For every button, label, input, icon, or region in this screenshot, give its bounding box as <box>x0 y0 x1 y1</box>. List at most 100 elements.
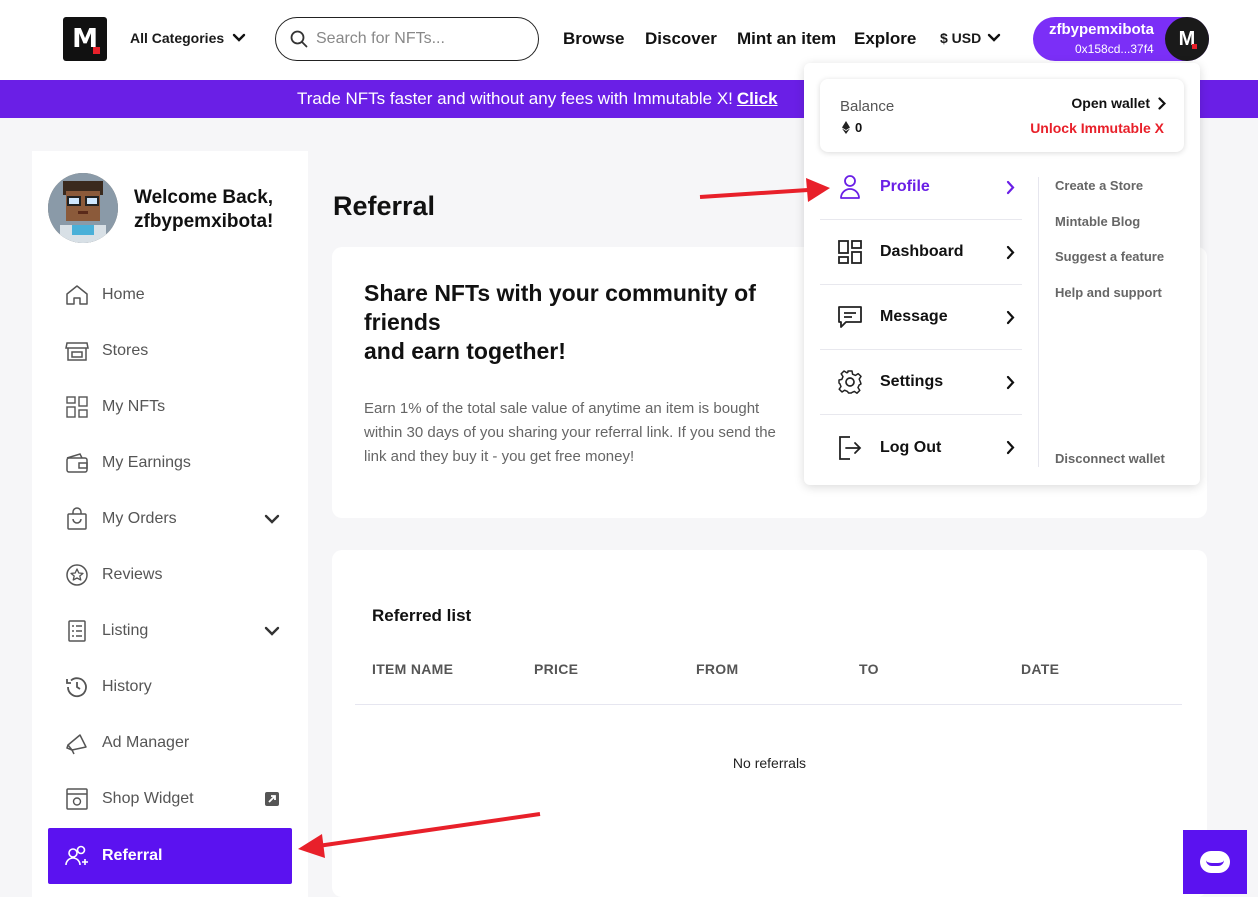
column-header-item-name: ITEM NAME <box>372 661 454 677</box>
sidebar-item-referral[interactable]: Referral <box>48 828 292 884</box>
wallet-address: 0x158cd...37f4 <box>1075 42 1154 56</box>
banner-link[interactable]: Click <box>737 89 778 108</box>
users-plus-icon <box>65 845 88 866</box>
table-divider <box>355 704 1182 705</box>
sidebar-item-my-earnings[interactable]: My Earnings <box>48 435 292 491</box>
disconnect-wallet-link[interactable]: Disconnect wallet <box>1055 451 1165 466</box>
chevron-down-icon <box>264 626 280 636</box>
unlock-immutable-x-link[interactable]: Unlock Immutable X <box>1030 120 1164 136</box>
sidebar-item-label: Shop Widget <box>102 790 194 807</box>
sidebar-item-my-nfts[interactable]: My NFTs <box>48 379 292 435</box>
list-icon <box>68 620 86 642</box>
chevron-down-icon <box>988 33 1001 42</box>
menu-item-settings[interactable]: Settings <box>820 350 1022 415</box>
chevron-right-icon <box>1006 310 1014 324</box>
referred-list-title: Referred list <box>372 606 472 625</box>
sidebar-item-reviews[interactable]: Reviews <box>48 547 292 603</box>
avatar-accent <box>1192 44 1197 49</box>
chevron-down-icon <box>232 33 246 42</box>
gear-icon <box>838 370 862 394</box>
mintable-logo[interactable]: M <box>63 17 107 61</box>
share-heading-line-2: and earn together! <box>364 338 566 364</box>
account-dropdown-menu: Balance 0 Open wallet Unlock Immutable X… <box>804 63 1200 485</box>
sidebar-item-shop-widget[interactable]: Shop Widget <box>48 771 292 827</box>
column-header-price: PRICE <box>534 661 579 677</box>
chevron-right-icon <box>1006 180 1014 194</box>
search-input[interactable] <box>316 30 516 48</box>
store-icon <box>65 342 89 361</box>
logo-accent <box>93 47 100 54</box>
sidebar-item-my-orders[interactable]: My Orders <box>48 491 292 547</box>
welcome-line-1: Welcome Back, <box>134 187 274 208</box>
referred-list-card: Referred list ITEM NAME PRICE FROM TO DA… <box>332 550 1207 897</box>
chat-support-button[interactable] <box>1183 830 1247 894</box>
nav-mint-an-item[interactable]: Mint an item <box>737 29 836 49</box>
megaphone-icon <box>66 734 87 755</box>
shopping-bag-icon <box>67 507 87 530</box>
sidebar-item-home[interactable]: Home <box>48 267 292 323</box>
user-icon <box>840 175 860 199</box>
mintable-blog-link[interactable]: Mintable Blog <box>1055 214 1140 229</box>
nav-explore[interactable]: Explore <box>854 29 916 49</box>
sidebar-item-listing[interactable]: Listing <box>48 603 292 659</box>
menu-item-message[interactable]: Message <box>820 285 1022 350</box>
annotation-arrow-profile <box>699 188 809 199</box>
user-account-button[interactable]: zfbypemxibota 0x158cd...37f4 M <box>1033 17 1209 61</box>
empty-state-text: No referrals <box>732 755 807 771</box>
open-wallet-link[interactable]: Open wallet <box>1071 95 1166 111</box>
sidebar-item-label: History <box>102 678 152 695</box>
categories-dropdown[interactable]: All Categories <box>130 30 246 46</box>
chevron-right-icon <box>1158 96 1166 110</box>
page-title: Referral <box>333 191 436 221</box>
create-store-link[interactable]: Create a Store <box>1055 178 1143 193</box>
menu-item-label: Dashboard <box>880 243 964 260</box>
currency-label: $ USD <box>940 30 982 46</box>
suggest-feature-link[interactable]: Suggest a feature <box>1055 249 1164 264</box>
dashboard-icon <box>838 240 862 264</box>
chevron-right-icon <box>1006 375 1014 389</box>
search-icon <box>290 30 308 48</box>
history-icon <box>66 677 87 698</box>
banner-text: Trade NFTs faster and without any fees w… <box>297 89 733 108</box>
share-heading-line-1: Share NFTs with your community of friend… <box>364 280 756 335</box>
categories-label: All Categories <box>130 30 225 46</box>
column-header-from: FROM <box>696 661 739 677</box>
column-header-date: DATE <box>1021 661 1060 677</box>
menu-item-log-out[interactable]: Log Out <box>820 415 1022 480</box>
sidebar-item-stores[interactable]: Stores <box>48 323 292 379</box>
chevron-right-icon <box>1006 245 1014 259</box>
currency-selector[interactable]: $ USD <box>940 30 1001 46</box>
menu-divider <box>1038 177 1039 467</box>
share-heading: Share NFTs with your community of friend… <box>364 279 774 366</box>
wallet-icon <box>66 453 88 473</box>
user-name: zfbypemxibota <box>1049 21 1155 38</box>
menu-item-profile[interactable]: Profile <box>820 155 1022 220</box>
message-icon <box>838 306 862 328</box>
help-support-link[interactable]: Help and support <box>1055 285 1162 300</box>
sidebar: Welcome Back, zfbypemxibota! Home Stores… <box>32 151 308 897</box>
profile-avatar <box>48 173 118 243</box>
nav-browse[interactable]: Browse <box>563 29 624 49</box>
open-wallet-label: Open wallet <box>1071 95 1150 111</box>
menu-item-dashboard[interactable]: Dashboard <box>820 220 1022 285</box>
balance-amount: 0 <box>855 120 863 135</box>
sidebar-item-label: Listing <box>102 622 149 639</box>
sidebar-item-label: Home <box>102 286 145 303</box>
sidebar-item-label: Reviews <box>102 566 163 583</box>
home-icon <box>66 285 88 305</box>
sidebar-item-history[interactable]: History <box>48 659 292 715</box>
balance-card: Balance 0 Open wallet Unlock Immutable X <box>820 79 1184 152</box>
ethereum-icon <box>842 121 850 134</box>
sidebar-item-label: My NFTs <box>102 398 166 415</box>
welcome-message: Welcome Back, zfbypemxibota! <box>134 186 273 234</box>
external-link-icon[interactable] <box>264 791 280 807</box>
widget-icon <box>66 788 88 810</box>
chat-bubble-icon <box>1200 851 1230 873</box>
menu-item-label: Message <box>880 308 948 325</box>
nav-discover[interactable]: Discover <box>645 29 717 49</box>
welcome-user-name: zfbypemxibota! <box>134 211 274 232</box>
sidebar-item-label: Referral <box>102 847 163 864</box>
sidebar-item-ad-manager[interactable]: Ad Manager <box>48 715 292 771</box>
balance-value: 0 <box>842 120 862 135</box>
balance-label: Balance <box>840 98 895 115</box>
